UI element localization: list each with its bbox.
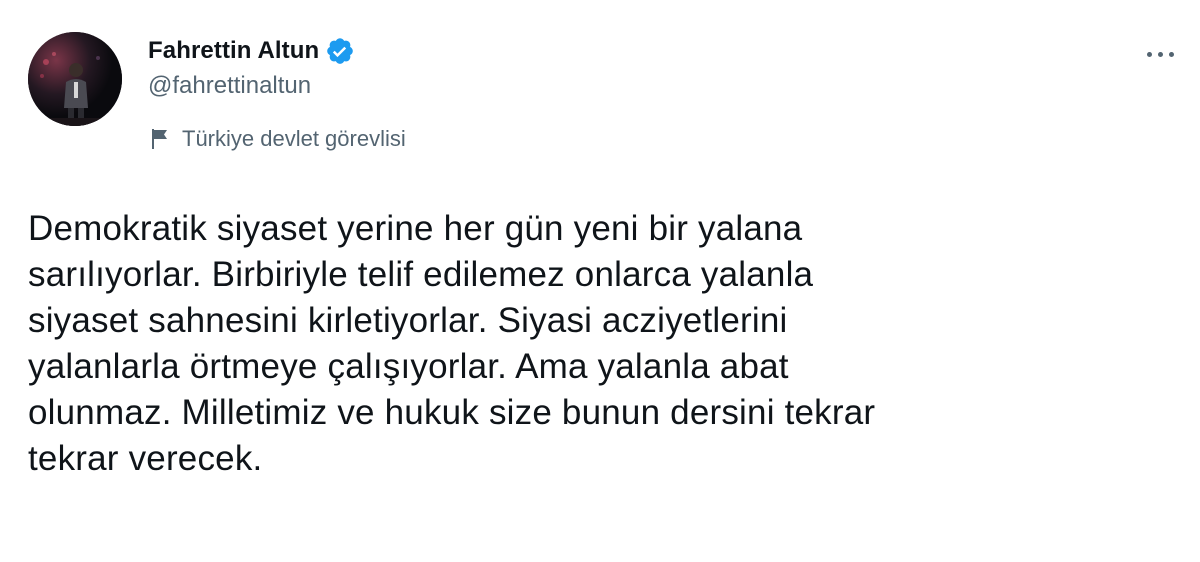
more-dot — [1157, 51, 1163, 57]
verified-badge-icon — [325, 36, 355, 66]
display-name[interactable]: Fahrettin Altun — [148, 37, 319, 65]
avatar[interactable] — [28, 32, 122, 126]
user-handle[interactable]: @fahrettinaltun — [148, 72, 355, 100]
government-label[interactable]: Türkiye devlet görevlisi — [150, 126, 406, 152]
avatar-photo-icon — [28, 32, 122, 126]
more-dot — [1146, 51, 1152, 57]
tweet-card: Fahrettin Altun @fahrettinaltun Türkiye … — [0, 0, 1200, 562]
author-block: Fahrettin Altun @fahrettinaltun — [148, 36, 355, 100]
flag-icon — [150, 128, 170, 150]
more-dot — [1168, 51, 1174, 57]
name-row: Fahrettin Altun — [148, 36, 355, 66]
tweet-text: Demokratik siyaset yerine her gün yeni b… — [28, 209, 876, 478]
government-label-text: Türkiye devlet görevlisi — [182, 126, 406, 151]
more-options-icon[interactable] — [1140, 44, 1180, 64]
